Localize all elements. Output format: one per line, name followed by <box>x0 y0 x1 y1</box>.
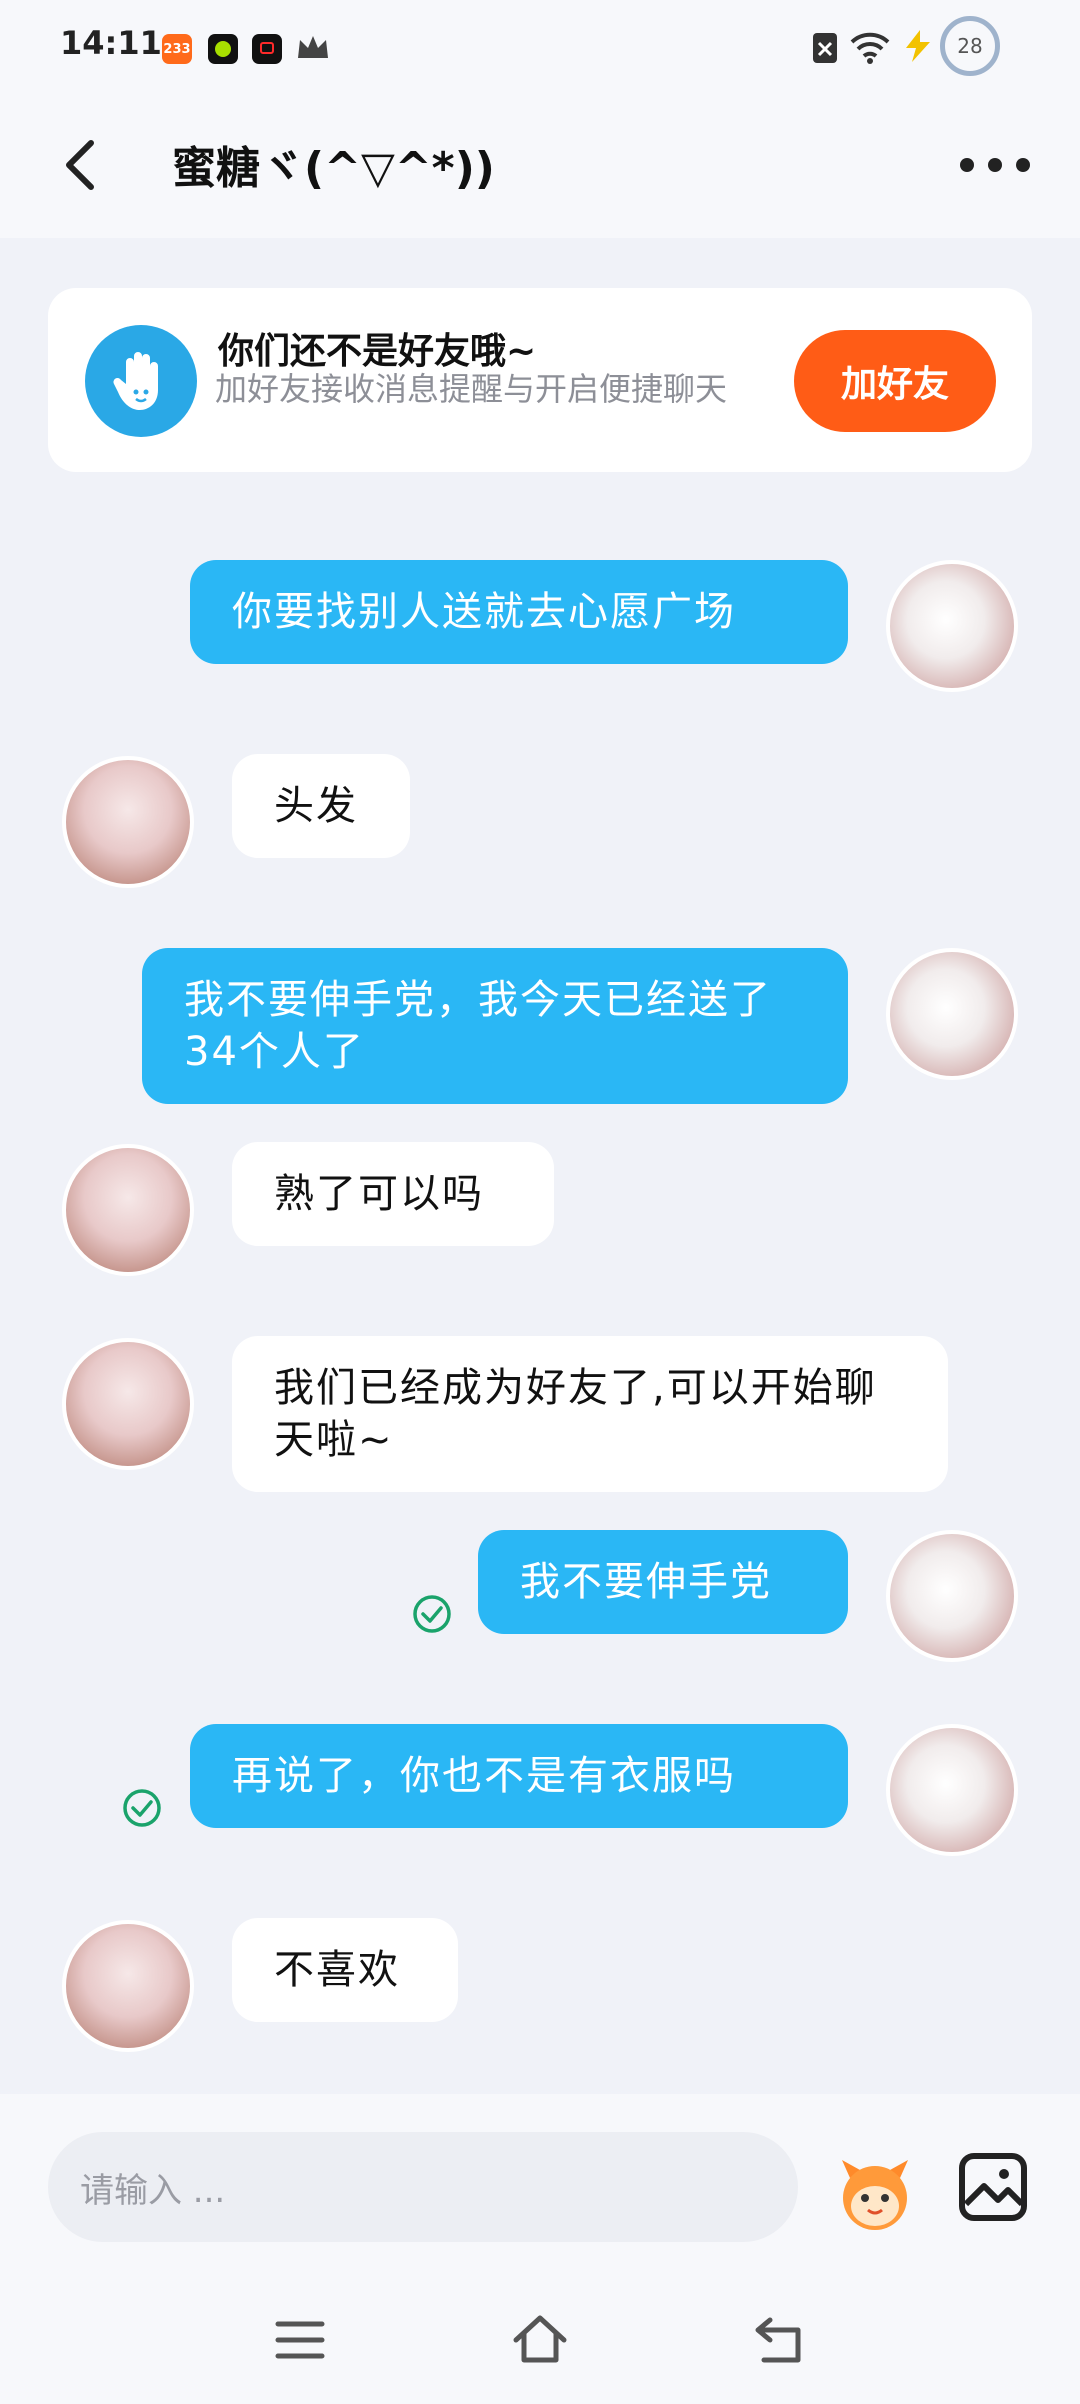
app-red-icon <box>252 34 282 64</box>
read-check-icon <box>413 1595 451 1633</box>
add-friend-button[interactable]: 加好友 <box>794 330 996 432</box>
wifi-icon <box>850 32 890 64</box>
friend-notice-subtitle: 加好友接收消息提醒与开启便捷聊天 <box>215 370 728 408</box>
sim-x-icon <box>813 33 837 63</box>
message-bubble-sent[interactable]: 我不要伸手党，我今天已经送了34个人了 <box>142 948 848 1104</box>
back-arrow-icon[interactable] <box>55 135 115 195</box>
sticker-icon[interactable] <box>830 2148 920 2238</box>
message-bubble-received[interactable]: 不喜欢 <box>232 1918 458 2022</box>
app-green-icon <box>208 34 238 64</box>
message-bubble-sent[interactable]: 再说了，你也不是有衣服吗 <box>190 1724 848 1828</box>
crown-icon <box>298 36 328 58</box>
battery-level: 28 <box>940 16 1000 76</box>
dot-icon <box>1016 158 1030 172</box>
my-avatar[interactable] <box>886 948 1018 1080</box>
chat-title: 蜜糖ヾ(^▽^*)) <box>172 143 495 194</box>
message-bubble-received[interactable]: 熟了可以吗 <box>232 1142 554 1246</box>
my-avatar[interactable] <box>886 1724 1018 1856</box>
menu-icon[interactable] <box>270 2310 330 2370</box>
charging-icon <box>906 30 930 62</box>
my-avatar[interactable] <box>886 560 1018 692</box>
contact-avatar[interactable] <box>62 756 194 888</box>
message-bubble-sent[interactable]: 我不要伸手党 <box>478 1530 848 1634</box>
app-233-icon: 233 <box>162 34 192 64</box>
message-bubble-received[interactable]: 我们已经成为好友了,可以开始聊天啦~ <box>232 1336 948 1492</box>
contact-avatar[interactable] <box>62 1920 194 2052</box>
dot-icon <box>960 158 974 172</box>
image-icon[interactable] <box>958 2152 1028 2222</box>
my-avatar[interactable] <box>886 1530 1018 1662</box>
read-check-icon <box>123 1789 161 1827</box>
friend-notice-title: 你们还不是好友哦~ <box>218 331 537 372</box>
status-time: 14:11 <box>60 24 162 62</box>
contact-avatar[interactable] <box>62 1144 194 1276</box>
back-nav-icon[interactable] <box>750 2310 810 2370</box>
message-bubble-sent[interactable]: 你要找别人送就去心愿广场 <box>190 560 848 664</box>
message-input[interactable]: 请输入 ... <box>48 2132 798 2242</box>
message-bubble-received[interactable]: 头发 <box>232 754 410 858</box>
wave-hand-icon <box>85 325 197 437</box>
contact-avatar[interactable] <box>62 1338 194 1470</box>
home-icon[interactable] <box>510 2310 570 2370</box>
dot-icon <box>988 158 1002 172</box>
more-options-button[interactable] <box>960 150 1030 180</box>
